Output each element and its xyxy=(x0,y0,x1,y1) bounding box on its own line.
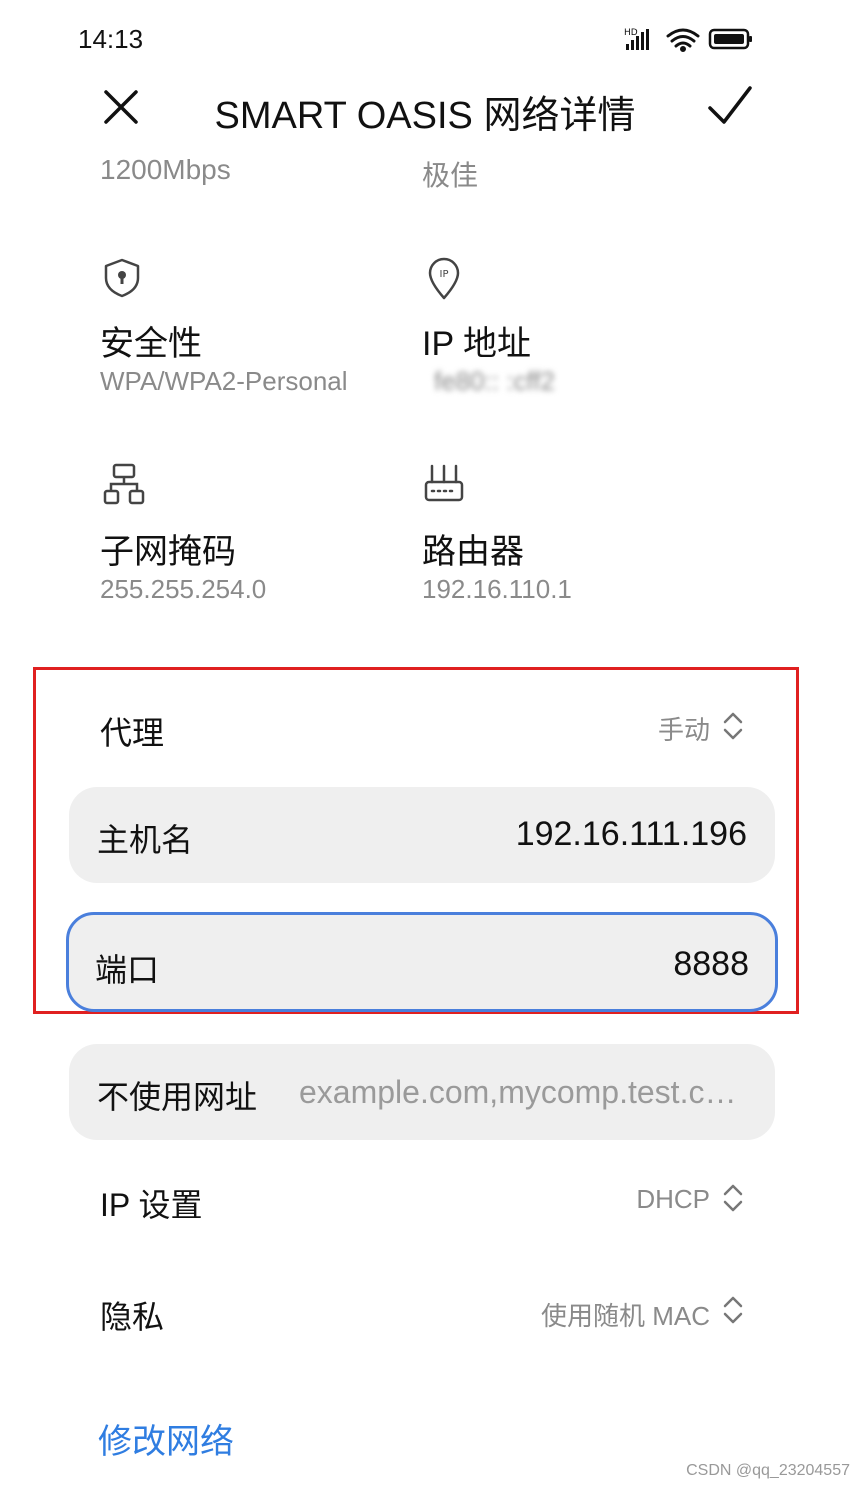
router-icon xyxy=(424,464,464,502)
close-icon[interactable] xyxy=(98,84,144,130)
hostname-field[interactable]: 主机名 192.16.111.196 xyxy=(69,787,775,883)
proxy-label: 代理 xyxy=(100,715,165,751)
ip-settings-selector[interactable]: DHCP xyxy=(520,1172,752,1228)
ip-address-label: IP 地址 xyxy=(422,325,531,363)
up-down-chevron-icon xyxy=(723,712,743,740)
svg-text:IP: IP xyxy=(440,269,449,280)
ip-location-icon: IP xyxy=(428,257,460,300)
privacy-label: 隐私 xyxy=(100,1299,165,1335)
watermark: CSDN @qq_23204557 xyxy=(686,1462,850,1479)
router-value: 192.16.110.1 xyxy=(422,574,572,604)
ip-settings-value: DHCP xyxy=(636,1184,710,1214)
ip-address-value: fe80:: :cff2 xyxy=(434,366,555,396)
bypass-hosts-field[interactable]: 不使用网址 example.com,mycomp.test.com,loca xyxy=(69,1044,775,1140)
subnet-mask-value: 255.255.254.0 xyxy=(100,574,267,604)
bypass-hosts-placeholder: example.com,mycomp.test.com,loca xyxy=(299,1074,749,1110)
status-icons: HD xyxy=(624,28,752,52)
proxy-selector[interactable]: 手动 xyxy=(520,700,752,756)
wifi-icon xyxy=(666,28,700,52)
port-value: 8888 xyxy=(673,945,749,983)
clipped-info-row: 1200Mbps 极佳 xyxy=(0,150,864,192)
signal-strength-value: 极佳 xyxy=(422,160,479,191)
subnet-topology-icon xyxy=(103,463,145,505)
modify-network-link[interactable]: 修改网络 xyxy=(98,1414,234,1463)
hostname-value: 192.16.111.196 xyxy=(515,815,747,853)
privacy-selector[interactable]: 使用随机 MAC xyxy=(470,1284,752,1340)
bypass-hosts-label: 不使用网址 xyxy=(97,1079,258,1115)
page-title: SMART OASIS 网络详情 xyxy=(214,95,636,137)
battery-icon xyxy=(708,28,752,50)
port-field[interactable]: 端口 8888 xyxy=(66,912,778,1012)
signal-icon: HD xyxy=(624,28,649,50)
security-value: WPA/WPA2-Personal xyxy=(100,366,348,396)
privacy-value: 使用随机 MAC xyxy=(540,1301,710,1331)
hostname-label: 主机名 xyxy=(97,822,194,858)
subnet-mask-label: 子网掩码 xyxy=(100,533,236,571)
proxy-value: 手动 xyxy=(657,715,710,745)
up-down-chevron-icon xyxy=(723,1296,743,1324)
svg-text:HD: HD xyxy=(624,28,638,38)
port-label: 端口 xyxy=(95,952,160,988)
up-down-chevron-icon xyxy=(723,1184,743,1212)
status-time: 14:13 xyxy=(78,24,144,54)
confirm-check-icon[interactable] xyxy=(706,82,754,130)
link-speed-value: 1200Mbps xyxy=(100,154,231,185)
shield-icon xyxy=(104,258,140,298)
ip-settings-label: IP 设置 xyxy=(100,1187,203,1223)
router-label: 路由器 xyxy=(422,533,524,571)
security-label: 安全性 xyxy=(100,325,202,363)
